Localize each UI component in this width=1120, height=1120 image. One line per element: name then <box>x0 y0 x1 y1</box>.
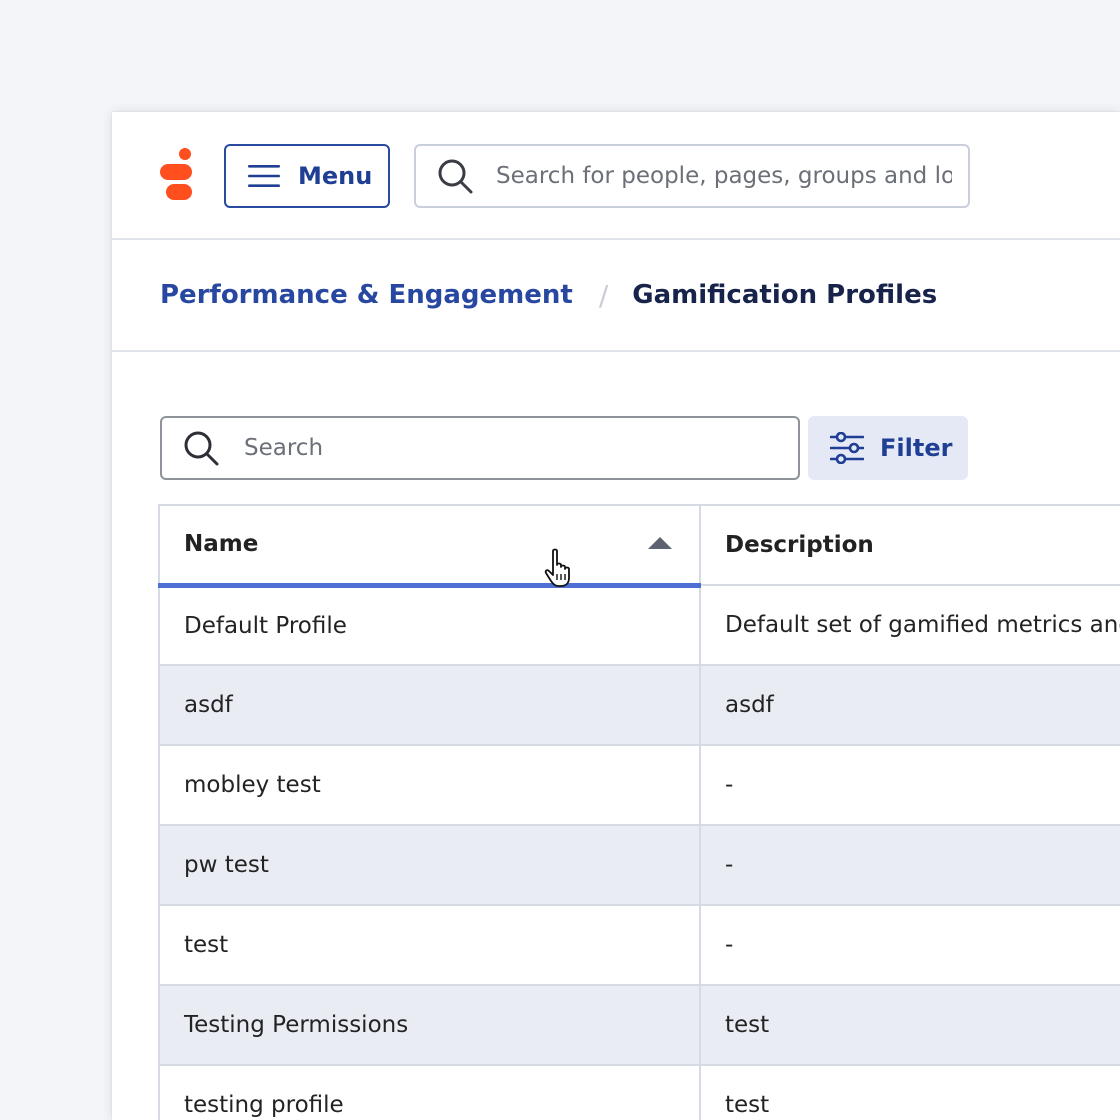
cell-description: test <box>699 1064 1120 1120</box>
search-icon <box>184 431 219 466</box>
table-search[interactable] <box>160 416 800 480</box>
breadcrumb-parent-link[interactable]: Performance & Engagement <box>160 280 573 310</box>
table-row[interactable]: Default Profile Default set of gamified … <box>158 584 1120 666</box>
global-search-input[interactable] <box>494 162 954 190</box>
cell-description: - <box>699 904 1120 986</box>
hamburger-icon <box>248 165 280 187</box>
cell-name[interactable]: asdf <box>158 664 701 746</box>
column-header-description[interactable]: Description <box>699 504 1120 586</box>
table-row[interactable]: pw test - <box>158 824 1120 906</box>
breadcrumb: Performance & Engagement / Gamification … <box>112 240 1120 352</box>
cell-description: - <box>699 744 1120 826</box>
search-icon <box>438 159 473 194</box>
cell-description: test <box>699 984 1120 1066</box>
column-header-name-label: Name <box>184 531 259 558</box>
table-header-row: Name Description <box>158 504 1120 588</box>
table-search-input[interactable] <box>242 434 782 462</box>
breadcrumb-separator: / <box>598 278 609 312</box>
app-window: Menu Performance & Engagement / Gamifica… <box>112 112 1120 1120</box>
table-row[interactable]: asdf asdf <box>158 664 1120 746</box>
menu-button[interactable]: Menu <box>224 144 390 208</box>
cell-description: Default set of gamified metrics and m <box>699 584 1120 666</box>
cell-name[interactable]: pw test <box>158 824 701 906</box>
sort-ascending-icon[interactable] <box>648 537 672 549</box>
top-header: Menu <box>112 112 1120 240</box>
table-row[interactable]: testing profile test <box>158 1064 1120 1120</box>
table-row[interactable]: mobley test - <box>158 744 1120 826</box>
menu-button-label: Menu <box>298 162 373 190</box>
global-search[interactable] <box>414 144 970 208</box>
filter-button-label: Filter <box>880 434 953 462</box>
cell-name[interactable]: Testing Permissions <box>158 984 701 1066</box>
page-title: Gamification Profiles <box>632 280 938 310</box>
column-header-name[interactable]: Name <box>158 504 701 588</box>
profiles-table: Name Description Default Profile Default… <box>158 504 1120 1120</box>
cell-name[interactable]: test <box>158 904 701 986</box>
cell-description: asdf <box>699 664 1120 746</box>
logo-icon[interactable] <box>160 148 194 204</box>
column-header-description-label: Description <box>725 532 874 558</box>
cell-name[interactable]: mobley test <box>158 744 701 826</box>
cell-description: - <box>699 824 1120 906</box>
cell-name[interactable]: testing profile <box>158 1064 701 1120</box>
cell-name[interactable]: Default Profile <box>158 584 701 666</box>
table-row[interactable]: Testing Permissions test <box>158 984 1120 1066</box>
table-row[interactable]: test - <box>158 904 1120 986</box>
sliders-icon <box>830 432 864 464</box>
filter-button[interactable]: Filter <box>808 416 968 480</box>
